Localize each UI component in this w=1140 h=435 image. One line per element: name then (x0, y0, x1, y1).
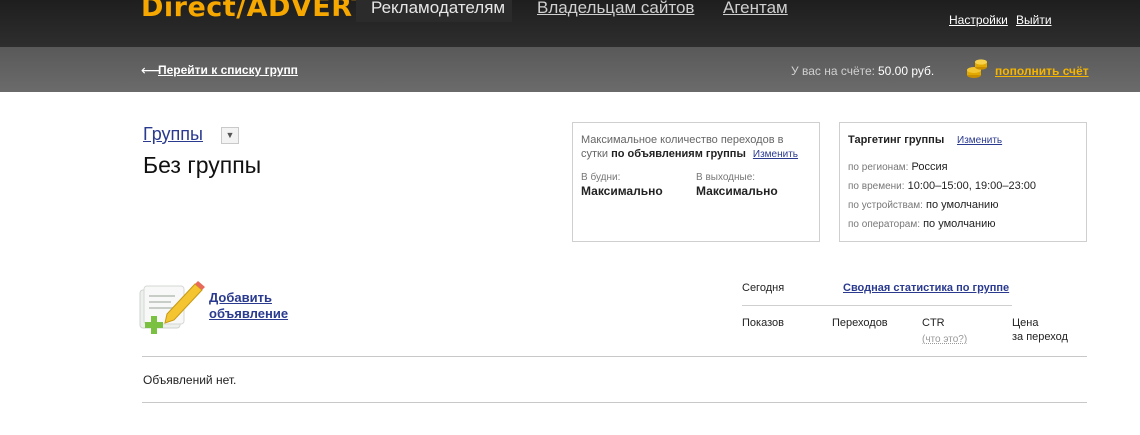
add-ad-icon[interactable] (137, 280, 205, 336)
weekday-value: Максимально (581, 184, 663, 198)
balance-value: 50.00 руб. (878, 64, 935, 78)
weekend-value: Максимально (696, 184, 778, 198)
coins-icon (967, 59, 987, 78)
col-shows: Показов (742, 317, 784, 329)
daily-clicks-title-bold: по объявлениям группы (611, 148, 746, 160)
targeting-value: по умолчанию (926, 199, 999, 211)
targeting-row-time: по времени: 10:00–15:00, 19:00–23:00 (848, 180, 1036, 192)
ads-bottom-divider (142, 402, 1087, 403)
weekend-label: В выходные: (696, 172, 756, 183)
logout-link[interactable]: Выйти (1016, 13, 1052, 27)
targeting-key: по времени: (848, 181, 905, 192)
groups-link[interactable]: Группы (143, 124, 203, 145)
stats-divider (742, 305, 1012, 306)
add-ad-line-2[interactable]: объявление (209, 306, 288, 321)
tab-site-owners[interactable]: Владельцам сайтов (537, 0, 694, 18)
targeting-row-devices: по устройствам: по умолчанию (848, 199, 998, 211)
settings-link[interactable]: Настройки (949, 13, 1008, 27)
group-title: Без группы (143, 152, 262, 178)
balance-label: У вас на счёте: (791, 64, 875, 78)
col-price-line2: за переход (1012, 331, 1068, 343)
back-to-groups-link[interactable]: Перейти к списку групп (158, 63, 298, 77)
targeting-box: Таргетинг группы Изменить по регионам: Р… (839, 122, 1087, 242)
daily-clicks-title: Максимальное количество переходов в сутк… (581, 133, 813, 162)
targeting-row-regions: по регионам: Россия (848, 161, 948, 173)
add-ad-link[interactable]: Добавить объявление (209, 290, 288, 322)
sub-bar: ⟵ Перейти к списку групп У вас на счёте:… (0, 47, 1140, 92)
targeting-value: 10:00–15:00, 19:00–23:00 (907, 180, 1037, 192)
targeting-key: по операторам: (848, 219, 921, 230)
col-clicks: Переходов (832, 317, 888, 329)
targeting-title: Таргетинг группы (848, 134, 945, 146)
edit-targeting-link[interactable]: Изменить (957, 135, 1002, 146)
targeting-value: по умолчанию (923, 218, 996, 230)
edit-clicks-link[interactable]: Изменить (753, 149, 798, 160)
ctr-help-link[interactable]: (что это?) (922, 334, 967, 345)
targeting-key: по устройствам: (848, 200, 923, 211)
top-navigation-bar: Direct/ADVERT Рекламодателям Владельцам … (0, 0, 1140, 47)
tab-agents[interactable]: Агентам (723, 0, 788, 18)
no-ads-message: Объявлений нет. (143, 373, 237, 387)
tab-advertisers[interactable]: Рекламодателям (371, 0, 505, 18)
targeting-value: Россия (911, 161, 948, 173)
col-price-line1: Цена (1012, 317, 1039, 329)
ads-top-divider (142, 356, 1087, 357)
stats-today-label: Сегодня (742, 282, 785, 294)
targeting-row-operators: по операторам: по умолчанию (848, 218, 996, 230)
logo[interactable]: Direct/ADVERT (141, 0, 370, 23)
col-ctr: CTR (922, 317, 945, 329)
daily-clicks-box: Максимальное количество переходов в сутк… (572, 122, 820, 242)
group-stats-link[interactable]: Сводная статистика по группе (843, 282, 1009, 294)
top-up-balance-link[interactable]: пополнить счёт (995, 64, 1089, 78)
weekday-label: В будни: (581, 172, 621, 183)
groups-dropdown-button[interactable]: ▼ (221, 127, 239, 144)
targeting-key: по регионам: (848, 162, 909, 173)
add-ad-line-1[interactable]: Добавить (209, 290, 272, 305)
